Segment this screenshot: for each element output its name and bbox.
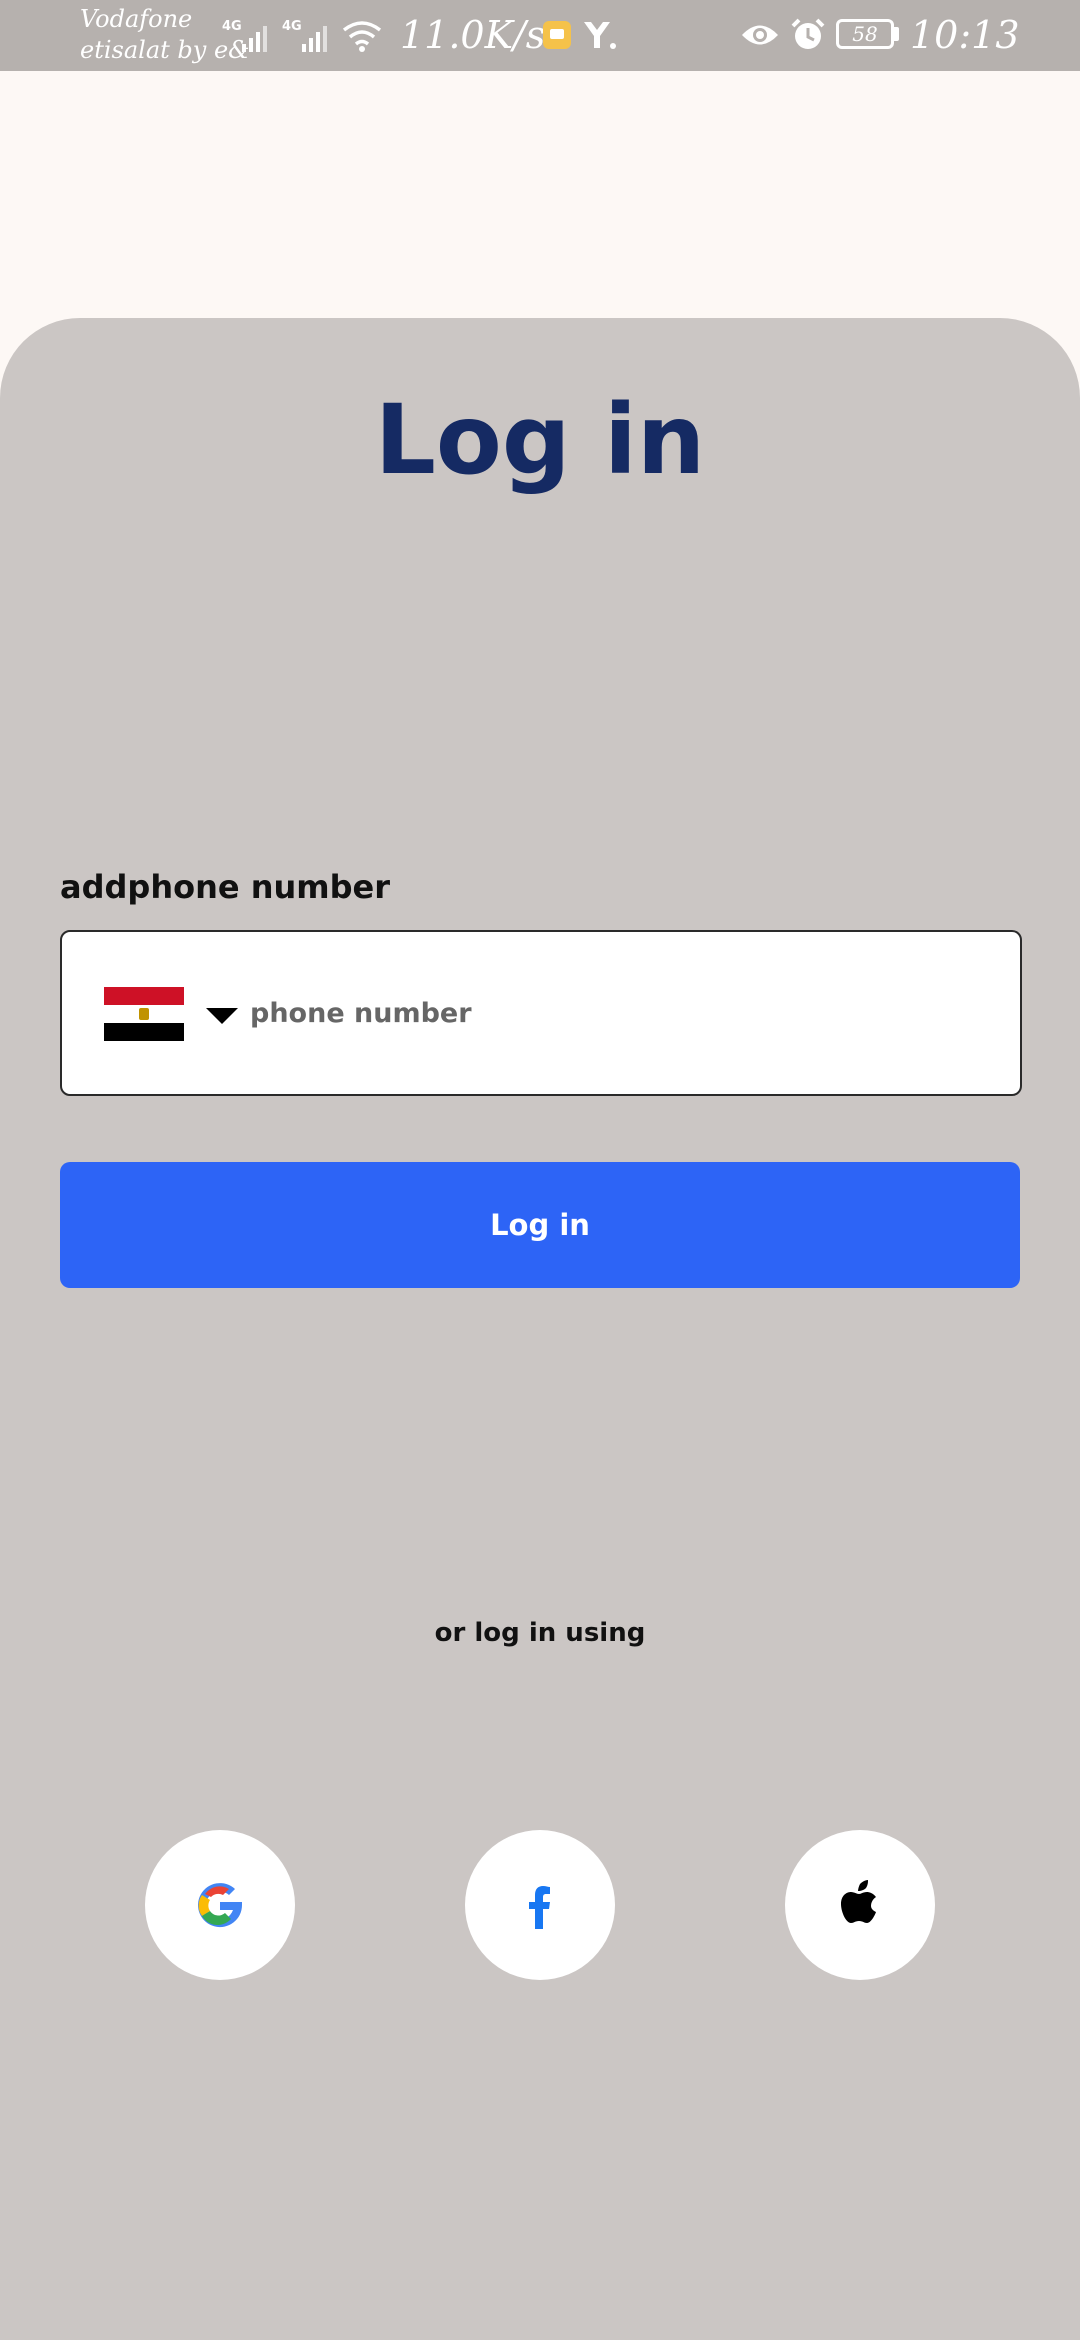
svg-text:4G: 4G (282, 19, 302, 34)
apple-login-button[interactable] (785, 1830, 935, 1980)
status-bar: Vodafone etisalat by e& 4G 4G 11.0K/s 58… (0, 0, 1080, 71)
signal-4g-icon: 4G (222, 19, 267, 52)
login-sheet: Log in addphone number Log in or log in … (0, 318, 1080, 2340)
chevron-down-icon[interactable] (206, 1008, 238, 1024)
signal-4g-icon: 4G (282, 19, 327, 52)
google-login-button[interactable] (145, 1830, 295, 1980)
wifi-icon (342, 21, 382, 52)
phone-input[interactable] (248, 982, 972, 1044)
facebook-login-button[interactable] (465, 1830, 615, 1980)
egypt-flag-icon[interactable] (104, 987, 184, 1041)
facebook-icon (529, 1886, 550, 1929)
svg-text:4G: 4G (222, 19, 242, 34)
login-button[interactable]: Log in (60, 1162, 1020, 1288)
google-icon (198, 1883, 243, 1928)
alarm-icon (791, 18, 825, 49)
page-title: Log in (374, 384, 706, 496)
network-speed: 11.0K/s (400, 13, 546, 57)
phone-field (60, 930, 1022, 1096)
battery-tip (894, 27, 899, 41)
status-time: 10:13 (910, 13, 1020, 57)
phone-field-label: addphone number (60, 868, 390, 906)
y-app-icon (584, 22, 616, 49)
battery-level: 58 (852, 22, 878, 46)
battery-icon: 58 (836, 19, 894, 49)
app-notification-icon (543, 21, 571, 49)
apple-icon (841, 1880, 876, 1923)
eye-icon (742, 25, 778, 45)
or-login-using-label: or log in using (434, 1618, 646, 1648)
